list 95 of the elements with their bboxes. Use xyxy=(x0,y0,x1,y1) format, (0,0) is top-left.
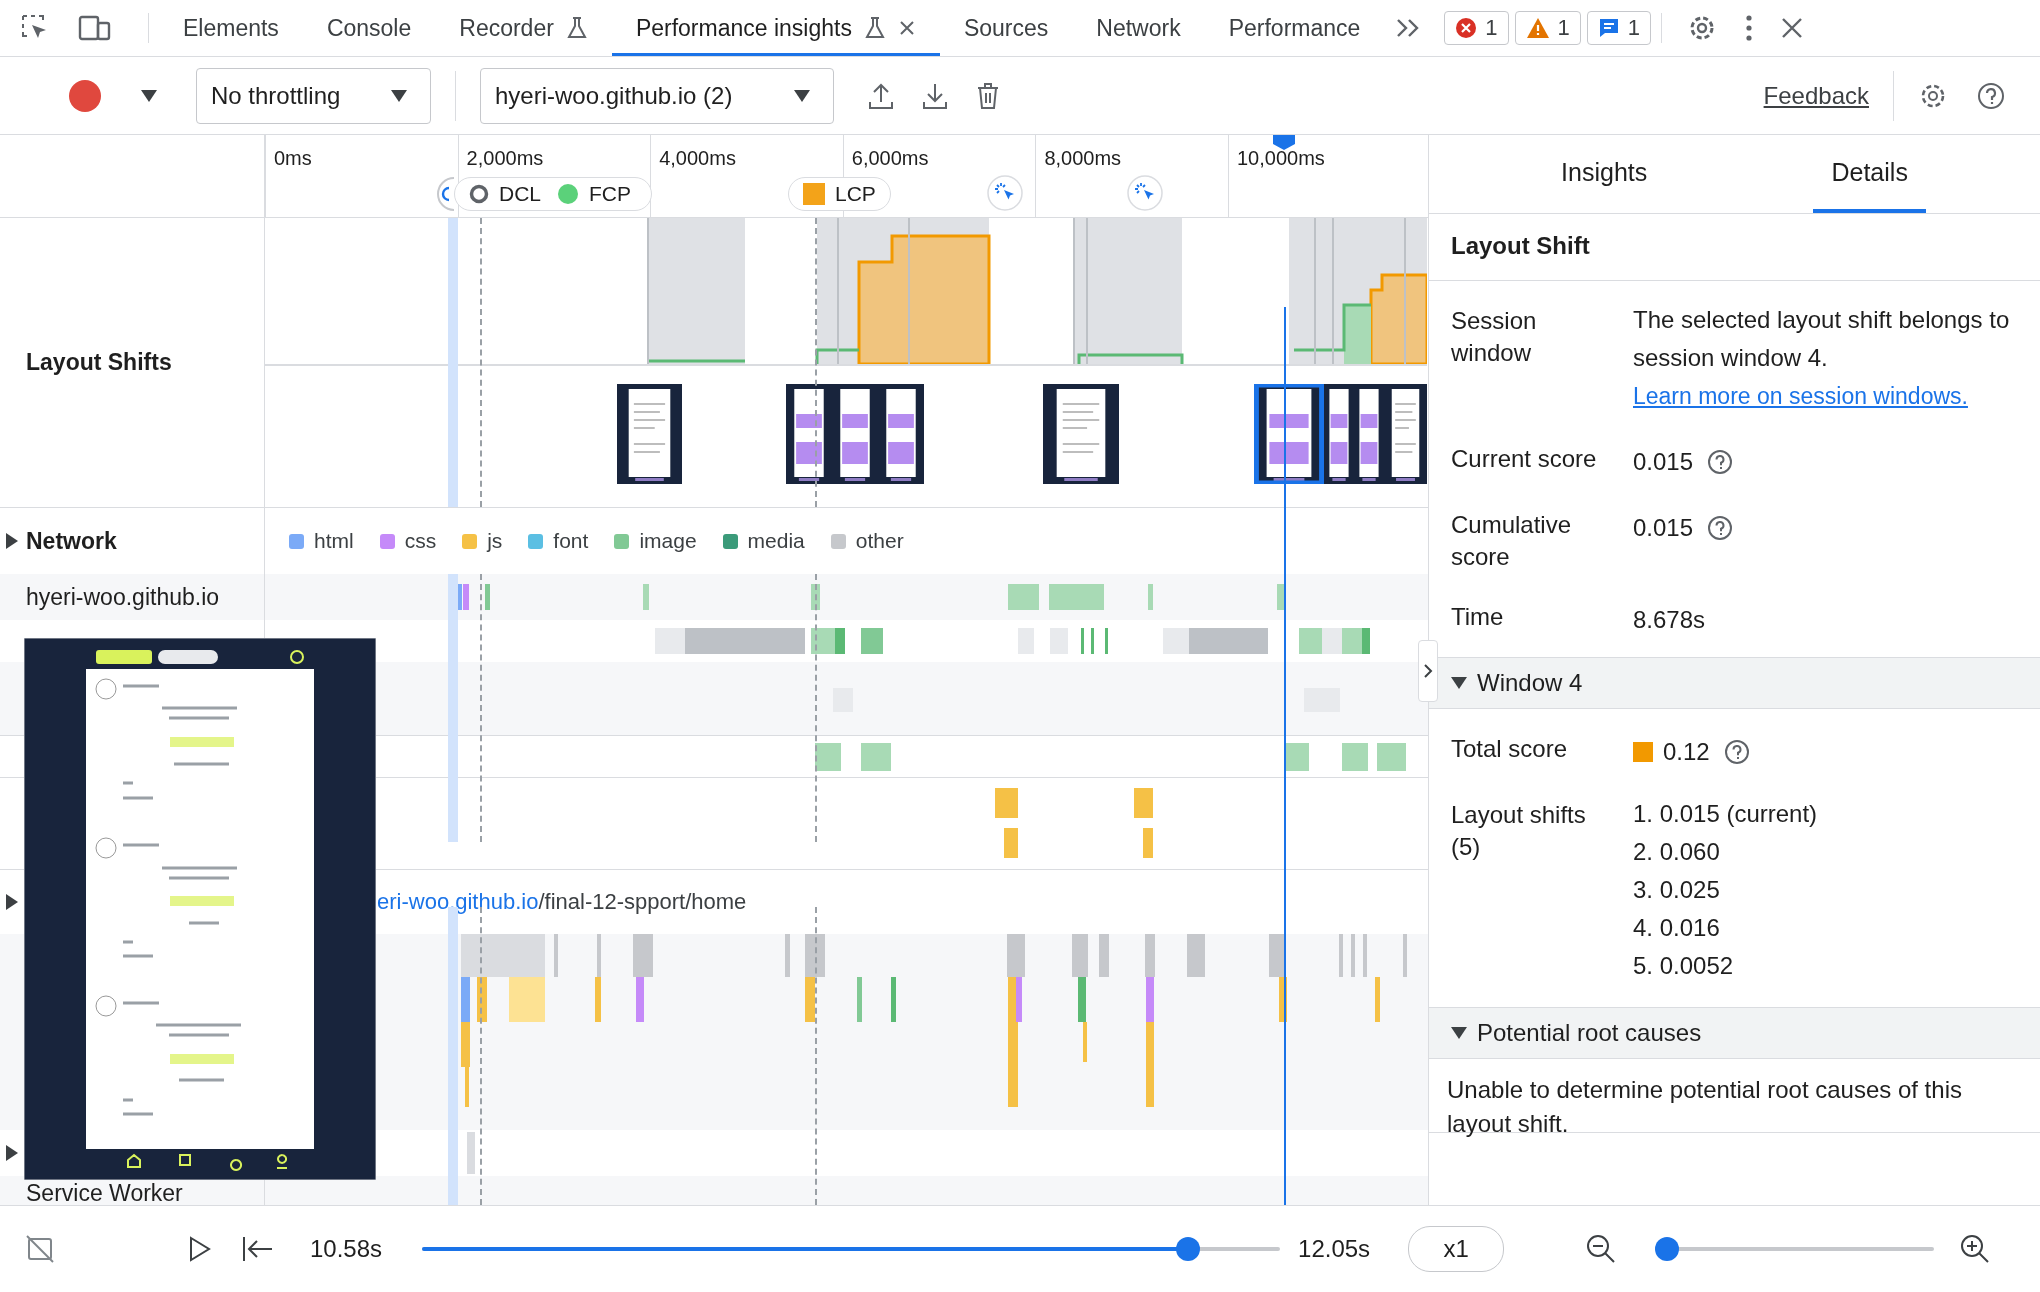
network-host-label: hyeri-woo.github.io xyxy=(26,583,220,611)
throttling-select[interactable]: No throttling xyxy=(196,67,431,124)
message-count-badge[interactable]: 1 xyxy=(1586,11,1652,45)
screenshot-off-icon[interactable] xyxy=(25,1234,55,1264)
close-icon[interactable] xyxy=(1780,16,1805,40)
help-icon[interactable] xyxy=(1707,449,1734,475)
start-time: 10.58s xyxy=(310,1235,383,1263)
score-swatch xyxy=(1633,742,1653,762)
speed-button[interactable]: x1 xyxy=(1408,1226,1505,1272)
legend-label: css xyxy=(404,529,437,553)
milestone-label: LCP xyxy=(835,182,876,206)
legend-label: font xyxy=(553,529,589,553)
collapse-panel-button[interactable] xyxy=(1418,640,1438,702)
help-icon[interactable] xyxy=(1976,80,2006,111)
recording-select[interactable]: hyeri-woo.github.io (2) xyxy=(480,67,834,124)
error-count-badge[interactable]: 1 xyxy=(1444,11,1509,45)
slider-thumb[interactable] xyxy=(1175,1237,1200,1261)
learn-more-link[interactable]: Learn more on session windows. xyxy=(1633,377,2022,415)
shift-list-item: 5. 0.0052 xyxy=(1633,951,1735,981)
ring-icon xyxy=(469,184,489,204)
slider-thumb[interactable] xyxy=(1655,1237,1679,1261)
shift-list-item: 4. 0.016 xyxy=(1633,913,1721,943)
session-description: The selected layout shift belongs to session window 4. xyxy=(1633,305,2011,373)
devtools-tab[interactable]: Network xyxy=(1072,0,1205,56)
expand-arrow-icon[interactable] xyxy=(6,1145,18,1161)
legend-label: media xyxy=(747,529,805,553)
device-icon[interactable] xyxy=(76,13,112,43)
devtools-tab[interactable]: Recorder xyxy=(435,0,612,56)
field-value: 0.12 xyxy=(1663,737,1710,767)
help-icon[interactable] xyxy=(1707,515,1734,541)
field-value: 8.678s xyxy=(1633,605,1706,635)
upload-icon[interactable] xyxy=(868,81,894,110)
warning-count-badge[interactable]: 1 xyxy=(1514,11,1581,45)
caret-icon xyxy=(793,88,811,103)
devtools-tab[interactable]: Sources xyxy=(939,0,1073,56)
flask-icon xyxy=(565,16,588,40)
field-label: Layout shifts (5) xyxy=(1451,800,1587,862)
devtools-tab[interactable]: Performance xyxy=(1204,0,1385,56)
zoom-in-icon[interactable] xyxy=(1960,1234,1990,1264)
section-header[interactable]: Potential root causes xyxy=(1429,1007,2040,1059)
waterfall-bars-drawing xyxy=(467,1132,475,1174)
legend-label: js xyxy=(487,529,503,553)
shift-list-item: 3. 0.025 xyxy=(1633,875,1721,905)
devtools-tab[interactable]: Elements xyxy=(159,0,303,56)
caret-icon[interactable] xyxy=(140,88,158,103)
score-line xyxy=(815,348,859,364)
field-label: Total score xyxy=(1451,734,1569,764)
milestone-marker[interactable]: LCP xyxy=(788,177,891,211)
expand-arrow-icon[interactable] xyxy=(6,533,18,549)
playhead-handle[interactable] xyxy=(1272,135,1296,150)
field-label: Current score xyxy=(1451,444,1598,474)
track-label: Layout Shifts xyxy=(26,349,172,376)
menu-icon[interactable] xyxy=(1744,14,1755,42)
trash-icon[interactable] xyxy=(976,81,1000,110)
devtools-tab[interactable]: Console xyxy=(302,0,436,56)
field-label: Cumulative score xyxy=(1451,510,1573,572)
page-url-label: eri-woo.github.io/final-12-spport/home xyxy=(377,889,747,915)
track-label: Network xyxy=(26,527,117,555)
score-area xyxy=(1344,305,1371,364)
field-value: 0.015 xyxy=(1633,513,1694,543)
dot-icon xyxy=(557,183,579,205)
cursor-click-icon[interactable] xyxy=(987,175,1023,211)
zoom-out-icon[interactable] xyxy=(1586,1234,1616,1264)
legend-label: other xyxy=(855,529,904,553)
end-time: 12.05s xyxy=(1298,1235,1371,1263)
chevron-icon xyxy=(1423,663,1433,679)
caret-icon xyxy=(390,88,408,103)
feedback-link[interactable]: Feedback xyxy=(1763,81,1869,110)
expand-arrow-icon[interactable] xyxy=(6,894,18,910)
shift-list-item: 1. 0.015 (current) xyxy=(1633,799,1819,829)
field-value: 0.015 xyxy=(1633,447,1694,477)
shift-list-item: 2. 0.060 xyxy=(1633,837,1721,867)
play-icon[interactable] xyxy=(188,1236,212,1262)
cursor-click-icon[interactable] xyxy=(1127,175,1163,211)
panel-tab[interactable]: Insights xyxy=(1543,135,1666,213)
flask-icon xyxy=(863,16,886,40)
panel-tab[interactable]: Details xyxy=(1813,135,1926,213)
legend-label: image xyxy=(639,529,697,553)
record-button[interactable] xyxy=(68,78,102,113)
legend-label: html xyxy=(314,529,354,553)
milestone-label: FCP xyxy=(589,182,631,206)
square-icon xyxy=(803,183,825,205)
section-header[interactable]: Window 4 xyxy=(1429,657,2040,709)
devtools-tab[interactable]: Performance insights xyxy=(611,0,940,56)
help-icon[interactable] xyxy=(1723,739,1750,765)
field-label: Time xyxy=(1451,602,1505,632)
section-title: Window 4 xyxy=(1477,669,1583,697)
close-icon[interactable] xyxy=(897,19,916,37)
download-icon[interactable] xyxy=(922,81,948,110)
skip-to-start-icon[interactable] xyxy=(242,1236,274,1262)
field-label: Session window xyxy=(1451,306,1538,368)
section-title: Potential root causes xyxy=(1477,1019,1702,1047)
milestone-label: DCL xyxy=(499,182,541,206)
track-label: Service Worker xyxy=(26,1180,183,1205)
panel-title: Layout Shift xyxy=(1429,214,2040,281)
